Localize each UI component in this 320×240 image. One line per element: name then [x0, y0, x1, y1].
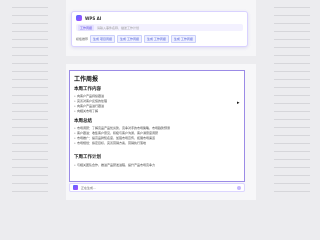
section-heading: 本周总结 [74, 119, 92, 124]
template-chip[interactable]: 生成 工作周报 [143, 35, 169, 43]
list-item: 完善对客户反馈的处理 [74, 99, 107, 103]
template-chips-label: 模板推荐 [76, 37, 89, 41]
section-heading: 本周工作内容 [74, 87, 101, 92]
wps-ai-logo-icon [73, 185, 78, 190]
template-chips: 模板推荐 生成 项目周报 生成 工作周报 生成 工作周报 生成 工作周报 [76, 35, 196, 43]
ai-title: WPS AI [85, 15, 102, 21]
template-chip[interactable]: 生成 项目周报 [90, 35, 115, 43]
section-heading: 下周工作计划 [74, 155, 101, 160]
send-icon[interactable] [237, 186, 241, 190]
ai-header: WPS AI [76, 15, 101, 21]
ai-placeholder: 请输入事件名称、描述工作计划 [97, 25, 140, 30]
list-item: 向相关市场了解 [74, 109, 98, 113]
ai-prompt-input[interactable]: 工作周报 请输入事件名称、描述工作计划 [76, 24, 243, 31]
ai-mode-tag[interactable]: 工作周报 [78, 24, 95, 31]
generated-report: 工作周报 ▸ 本周工作内容 向客户产品持续跟进 完善对客户反馈的处理 向客户产品… [69, 70, 245, 182]
right-page-lines [274, 0, 310, 200]
list-item: 与相关团队合作，推进产品研发进程，提升产品市场竞争力 [74, 163, 155, 167]
generating-status: 正在生成... [81, 185, 96, 190]
wps-ai-logo-icon [76, 15, 82, 21]
report-title: 工作周报 [74, 76, 99, 83]
list-item: 向客户产品持续跟进 [74, 94, 104, 98]
list-item: 客户跟进：收集客户意见，积极与客户沟通，客户满意度调研 [74, 131, 158, 135]
list-item: 市场推广：提高品牌知名度，加强市场宣传，拓展市场渠道 [74, 136, 155, 140]
text-cursor-icon: ▸ [237, 100, 240, 106]
left-page-lines [12, 0, 48, 200]
list-item: 市场调研：了解竞品产品优劣势，竞争对手的市场策略，市场趋势预测 [74, 126, 170, 130]
template-chip[interactable]: 生成 工作周报 [170, 35, 196, 43]
list-item: 市场规划：拟定目标，完善营销方案，营销执行落地 [74, 141, 146, 145]
ai-status-bar[interactable]: 正在生成... [69, 183, 245, 192]
ai-assistant-panel: WPS AI 工作周报 请输入事件名称、描述工作计划 模板推荐 生成 项目周报 … [71, 11, 248, 47]
list-item: 向客户产品进行跟进 [74, 104, 104, 108]
template-chip[interactable]: 生成 工作周报 [116, 35, 142, 43]
